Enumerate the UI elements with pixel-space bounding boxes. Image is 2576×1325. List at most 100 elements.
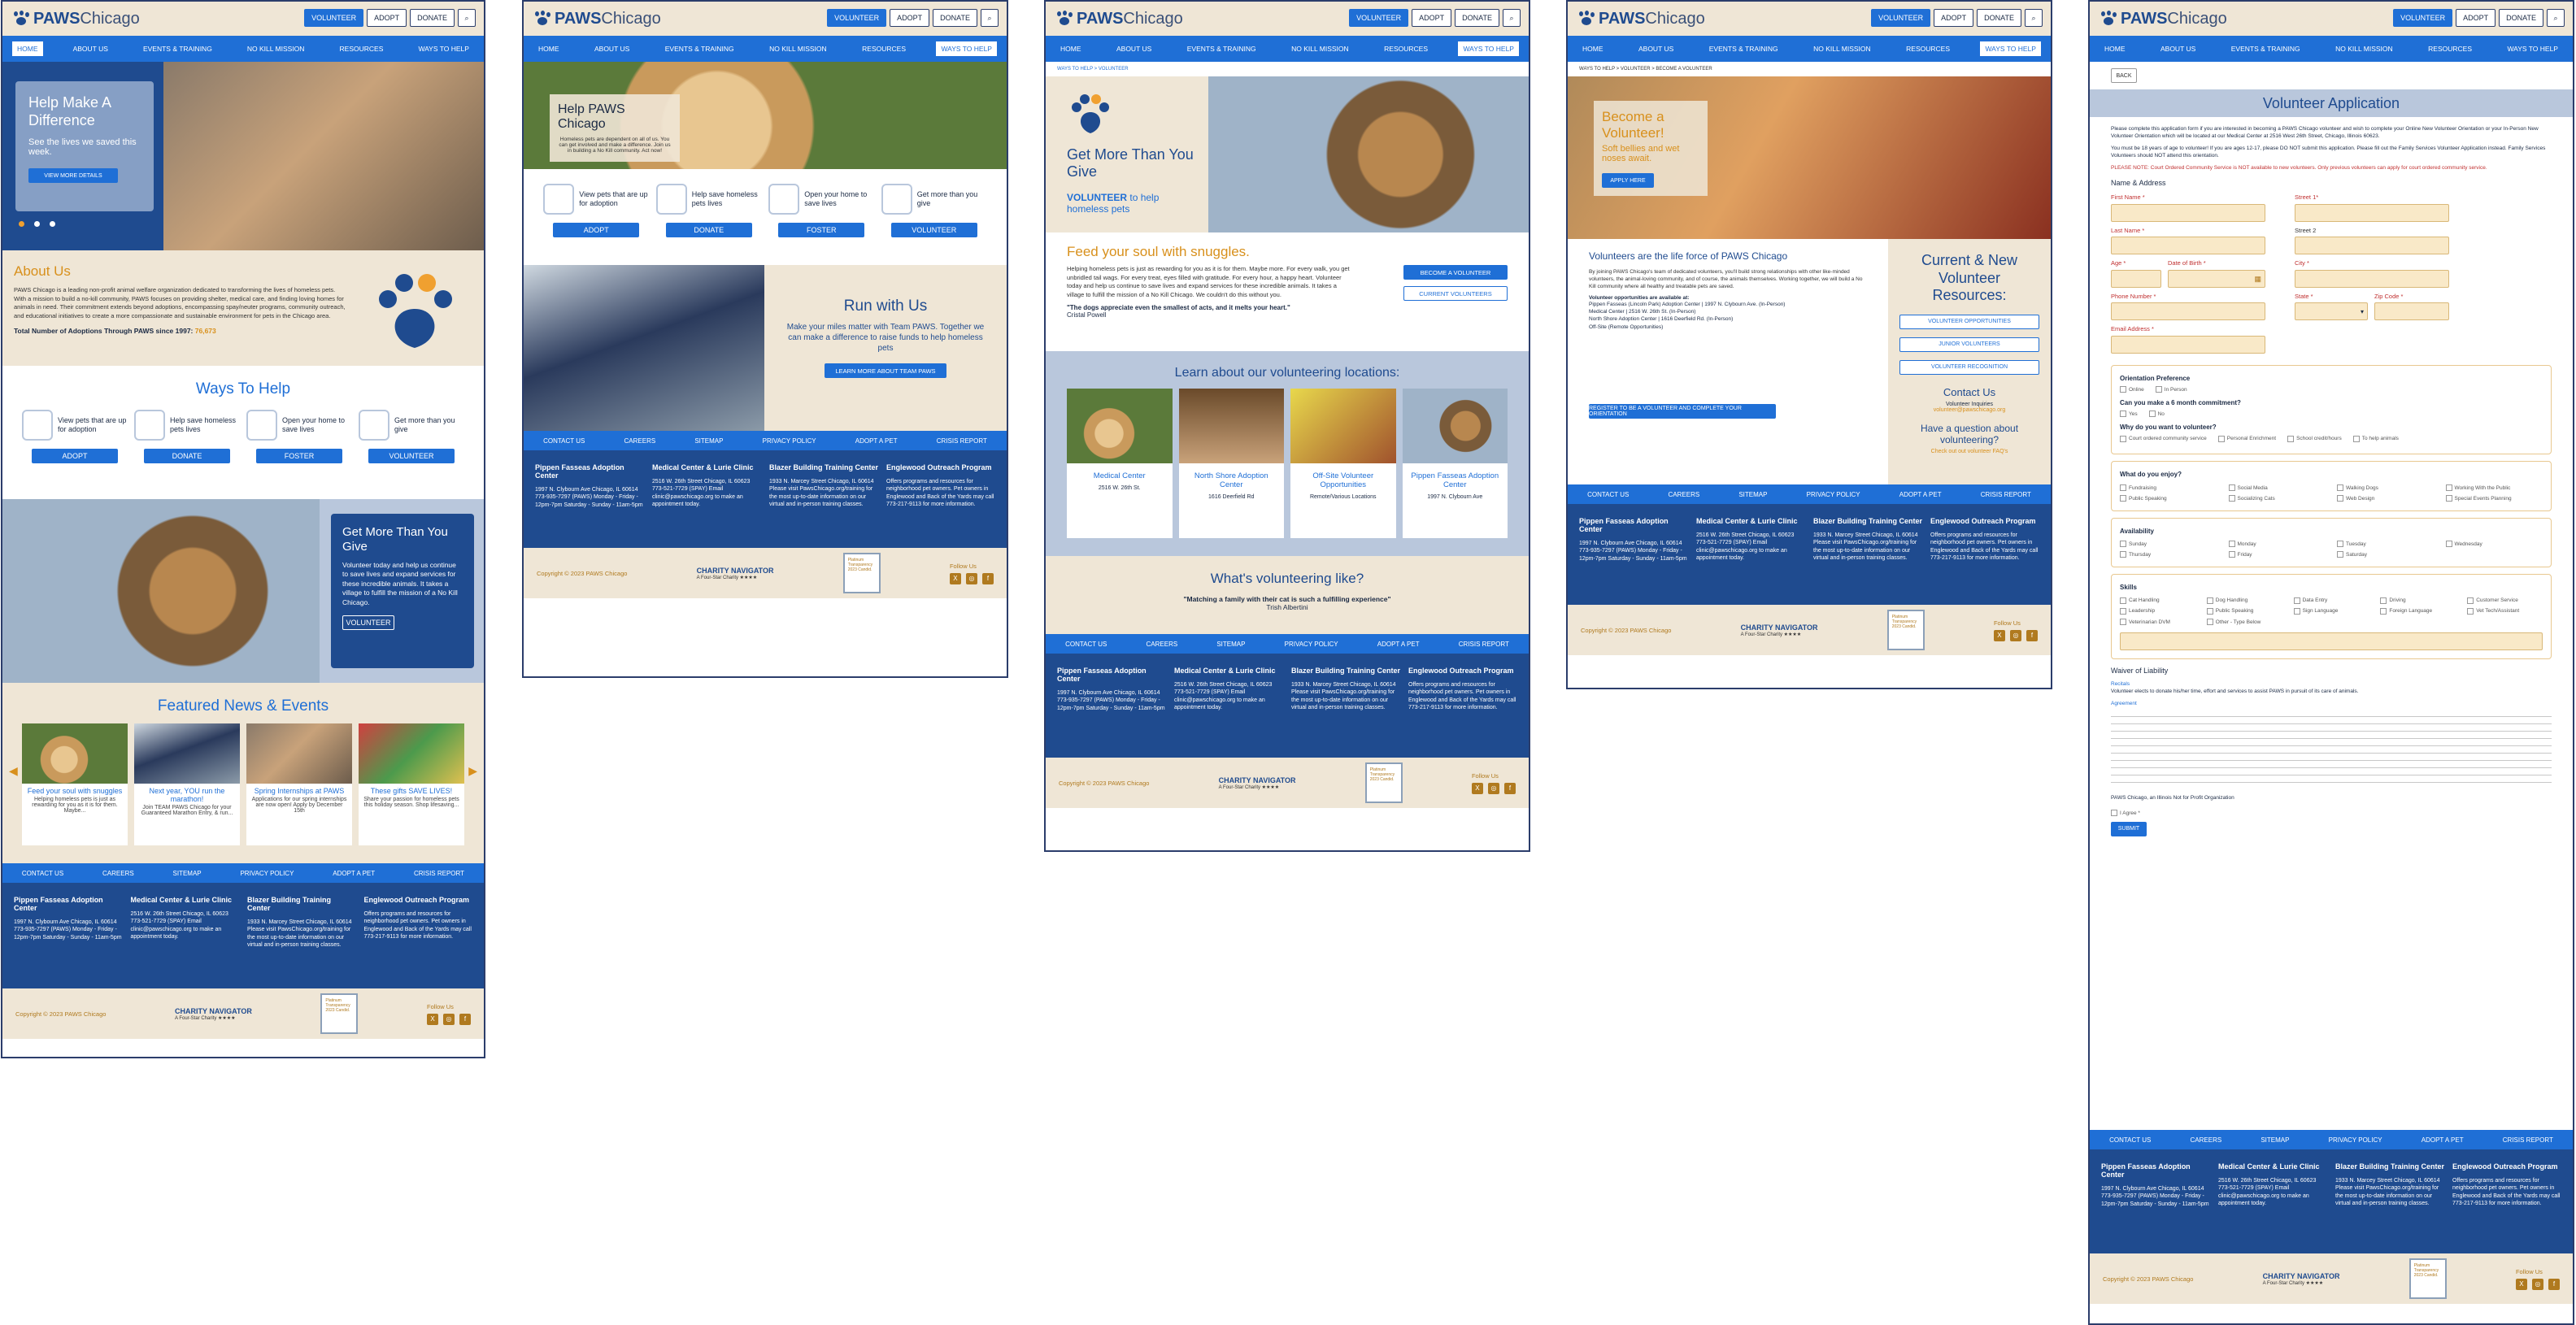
breadcrumb[interactable]: WAYS TO HELP > VOLUNTEER > BECOME A VOLU…: [1568, 62, 2051, 76]
footer-sitemap[interactable]: SITEMAP: [173, 870, 202, 877]
orient-inperson-radio[interactable]: In Person: [2156, 386, 2187, 393]
nav-about[interactable]: ABOUT US: [1634, 41, 1678, 56]
street1-input[interactable]: [2295, 203, 2449, 222]
vol-recognition-button[interactable]: VOLUNTEER RECOGNITION: [1899, 359, 2039, 375]
facebook-icon[interactable]: f: [981, 572, 994, 584]
instagram-icon[interactable]: ◎: [2531, 1278, 2543, 1290]
foster-way-button[interactable]: FOSTER: [778, 223, 865, 237]
nav-events[interactable]: EVENTS & TRAINING: [2226, 41, 2305, 56]
x-icon[interactable]: X: [2515, 1278, 2527, 1290]
enjoy-checkbox[interactable]: Fundraising: [2120, 484, 2217, 492]
footer-crisis[interactable]: CRISIS REPORT: [1459, 641, 1509, 648]
nav-events[interactable]: EVENTS & TRAINING: [1182, 41, 1261, 56]
become-volunteer-button[interactable]: BECOME A VOLUNTEER: [1403, 265, 1508, 280]
donate-way-button[interactable]: DONATE: [144, 449, 230, 463]
nav-home[interactable]: HOME: [1577, 41, 1608, 56]
dob-input[interactable]: ▦: [2168, 269, 2265, 288]
charity-navigator-logo[interactable]: CHARITY NAVIGATOR: [1219, 776, 1296, 784]
facebook-icon[interactable]: f: [2026, 629, 2038, 641]
enjoy-checkbox[interactable]: Web Design: [2337, 495, 2435, 502]
agree-checkbox[interactable]: I Agree *: [2111, 810, 2140, 817]
search-icon[interactable]: ⌕: [2547, 9, 2565, 27]
volunteer-button[interactable]: VOLUNTEER: [827, 9, 887, 27]
location-card[interactable]: Off-Site Volunteer Opportunities Remote/V…: [1290, 389, 1396, 538]
submit-button[interactable]: SUBMIT: [2111, 821, 2147, 836]
logo[interactable]: PAWS Chicago: [1577, 10, 1705, 28]
day-checkbox[interactable]: Saturday: [2337, 551, 2435, 558]
footer-adopt[interactable]: ADOPT A PET: [855, 437, 898, 445]
footer-crisis[interactable]: CRISIS REPORT: [414, 870, 464, 877]
donate-button[interactable]: DONATE: [410, 9, 455, 27]
state-select[interactable]: ▾: [2295, 302, 2368, 321]
candid-badge[interactable]: Platinum Transparency 2023 Candid.: [2408, 1258, 2447, 1299]
adopt-way-button[interactable]: ADOPT: [32, 449, 118, 463]
nav-resources[interactable]: RESOURCES: [1901, 41, 1955, 56]
news-card[interactable]: Spring Internships at PAWS Applications f…: [246, 723, 352, 845]
nav-resources[interactable]: RESOURCES: [857, 41, 911, 56]
why-checkbox[interactable]: Personal Enrichment: [2218, 435, 2276, 442]
why-checkbox[interactable]: To help animals: [2353, 435, 2399, 442]
footer-crisis[interactable]: CRISIS REPORT: [937, 437, 987, 445]
city-input[interactable]: [2295, 269, 2449, 288]
commit-yes-radio[interactable]: Yes: [2120, 411, 2138, 418]
why-checkbox[interactable]: School credit/hours: [2287, 435, 2342, 442]
nav-ways[interactable]: WAYS TO HELP: [1980, 41, 2041, 56]
footer-careers[interactable]: CAREERS: [624, 437, 656, 445]
location-card[interactable]: Pippen Fasseas Adoption Center 1997 N. Cl…: [1402, 389, 1508, 538]
breadcrumb[interactable]: WAYS TO HELP > VOLUNTEER: [1046, 62, 1529, 76]
day-checkbox[interactable]: Wednesday: [2446, 541, 2543, 548]
adopt-button[interactable]: ADOPT: [367, 9, 407, 27]
footer-contact[interactable]: CONTACT US: [22, 870, 63, 877]
candid-badge[interactable]: Platinum Transparency 2023 Candid.: [320, 993, 359, 1034]
candid-badge[interactable]: Platinum Transparency 2023 Candid.: [1886, 610, 1925, 650]
donate-button[interactable]: DONATE: [933, 9, 977, 27]
skill-checkbox[interactable]: Sign Language: [2294, 607, 2369, 615]
news-card[interactable]: Feed your soul with snuggles Helping home…: [22, 723, 128, 845]
logo[interactable]: PAWS Chicago: [533, 10, 661, 28]
charity-navigator-logo[interactable]: CHARITY NAVIGATOR: [697, 567, 774, 575]
orient-online-radio[interactable]: Online: [2120, 386, 2144, 393]
phone-input[interactable]: [2111, 302, 2265, 321]
skill-checkbox[interactable]: Vet Tech/Assistant: [2467, 607, 2543, 615]
facebook-icon[interactable]: f: [1503, 782, 1516, 794]
age-input[interactable]: [2111, 269, 2161, 288]
candid-badge[interactable]: Platinum Transparency 2023 Candid.: [842, 553, 881, 593]
why-checkbox[interactable]: Court ordered community service: [2120, 435, 2207, 442]
location-card[interactable]: North Shore Adoption Center 1616 Deerfiel…: [1178, 389, 1284, 538]
nav-home[interactable]: HOME: [2100, 41, 2130, 56]
news-card[interactable]: These gifts SAVE LIVES! Share your passio…: [359, 723, 464, 845]
enjoy-checkbox[interactable]: Special Events Planning: [2446, 495, 2543, 502]
nav-about[interactable]: ABOUT US: [2156, 41, 2200, 56]
commit-no-radio[interactable]: No: [2149, 411, 2165, 418]
footer-careers[interactable]: CAREERS: [2191, 1136, 2222, 1144]
enjoy-checkbox[interactable]: Walking Dogs: [2337, 484, 2435, 492]
skill-checkbox[interactable]: Cat Handling: [2120, 597, 2195, 604]
email-input[interactable]: [2111, 335, 2265, 354]
footer-adopt[interactable]: ADOPT A PET: [1377, 641, 1420, 648]
footer-privacy[interactable]: PRIVACY POLICY: [2329, 1136, 2382, 1144]
nav-resources[interactable]: RESOURCES: [2423, 41, 2477, 56]
carousel-prev-icon[interactable]: ◀: [9, 764, 18, 778]
footer-adopt[interactable]: ADOPT A PET: [1899, 491, 1942, 498]
footer-contact[interactable]: CONTACT US: [1065, 641, 1107, 648]
skill-checkbox[interactable]: Data Entry: [2294, 597, 2369, 604]
vol-opps-button[interactable]: VOLUNTEER OPPORTUNITIES: [1899, 314, 2039, 329]
skill-checkbox[interactable]: Public Speaking: [2207, 607, 2282, 615]
nav-about[interactable]: ABOUT US: [68, 41, 113, 56]
day-checkbox[interactable]: Friday: [2229, 551, 2326, 558]
nav-events[interactable]: EVENTS & TRAINING: [138, 41, 217, 56]
first-name-input[interactable]: [2111, 203, 2265, 222]
adopt-button[interactable]: ADOPT: [1412, 9, 1452, 27]
nav-nokill[interactable]: NO KILL MISSION: [2330, 41, 2398, 56]
carousel-next-icon[interactable]: ▶: [468, 764, 477, 778]
skill-checkbox[interactable]: Driving: [2380, 597, 2456, 604]
nav-ways[interactable]: WAYS TO HELP: [2502, 41, 2563, 56]
nav-ways[interactable]: WAYS TO HELP: [936, 41, 997, 56]
day-checkbox[interactable]: Thursday: [2120, 551, 2217, 558]
adopt-way-button[interactable]: ADOPT: [553, 223, 640, 237]
footer-sitemap[interactable]: SITEMAP: [2261, 1136, 2289, 1144]
foster-way-button[interactable]: FOSTER: [256, 449, 342, 463]
nav-home[interactable]: HOME: [1055, 41, 1086, 56]
candid-badge[interactable]: Platinum Transparency 2023 Candid.: [1364, 762, 1403, 803]
donate-way-button[interactable]: DONATE: [665, 223, 752, 237]
